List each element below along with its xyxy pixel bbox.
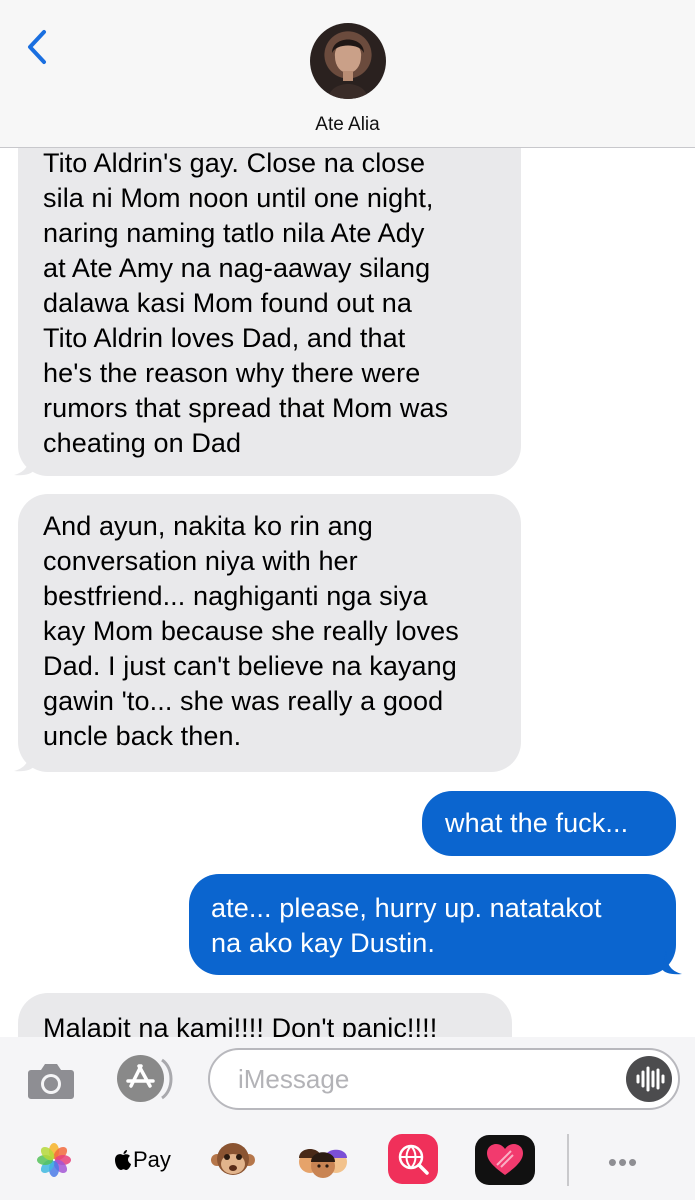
more-apps-button[interactable]: ••• — [598, 1144, 648, 1180]
back-chevron-icon[interactable] — [18, 27, 58, 67]
conversation-view: Tito Aldrin's gay. Close na close sila n… — [0, 0, 695, 1200]
audio-message-button[interactable] — [626, 1056, 672, 1102]
camera-icon[interactable] — [27, 1062, 75, 1100]
apple-pay-label: Pay — [133, 1147, 171, 1172]
photos-app-icon[interactable] — [36, 1142, 72, 1178]
app-store-icon — [126, 1064, 155, 1088]
web-search-app[interactable] — [388, 1134, 438, 1184]
message-bubble-incoming[interactable]: Tito Aldrin's gay. Close na close sila n… — [18, 100, 521, 476]
imessage-input[interactable]: iMessage — [208, 1048, 680, 1110]
bubble-tail — [14, 452, 34, 476]
digital-touch-app[interactable] — [475, 1135, 535, 1185]
message-text: ate... please, hurry up. natatakot na ak… — [211, 893, 602, 958]
memoji-stickers-icon[interactable] — [296, 1138, 350, 1182]
bubble-tail — [14, 748, 34, 772]
message-bubble-incoming[interactable]: And ayun, nakita ko rin ang conversation… — [18, 494, 521, 772]
bubble-tail — [662, 951, 682, 975]
heart-icon — [487, 1144, 523, 1175]
globe-search-icon — [398, 1144, 429, 1175]
drawer-divider — [567, 1134, 569, 1186]
apple-pay-app[interactable]: Pay — [114, 1144, 171, 1176]
message-text: what the fuck... — [445, 808, 629, 838]
message-text: And ayun, nakita ko rin ang conversation… — [43, 511, 459, 751]
apple-logo-icon — [115, 1150, 131, 1170]
waveform-icon — [636, 1066, 665, 1092]
message-text: Tito Aldrin's gay. Close na close sila n… — [43, 148, 449, 458]
app-store-shadow-icon — [161, 1058, 173, 1100]
conversation-header: Ate Alia — [0, 0, 695, 148]
app-drawer: Pay ••• — [0, 1124, 695, 1200]
animoji-monkey-icon[interactable] — [211, 1138, 255, 1182]
avatar-portrait — [328, 39, 368, 99]
message-bubble-outgoing[interactable]: ate... please, hurry up. natatakot na ak… — [189, 874, 676, 975]
more-dots-icon: ••• — [607, 1147, 639, 1177]
contact-avatar[interactable] — [310, 23, 386, 99]
message-bubble-outgoing[interactable]: what the fuck... — [422, 791, 676, 856]
app-store-button[interactable] — [117, 1055, 164, 1102]
input-placeholder: iMessage — [238, 1064, 350, 1094]
contact-name[interactable]: Ate Alia — [0, 114, 695, 136]
